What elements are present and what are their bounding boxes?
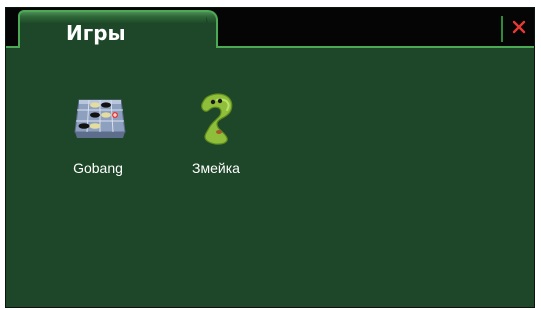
- tab-edge: [206, 16, 216, 46]
- title-tab: Игры: [18, 10, 218, 48]
- title-bar: Игры: [6, 8, 534, 48]
- close-icon: [512, 20, 526, 34]
- games-window: Игры Gobang Змейка: [5, 7, 535, 308]
- app-gobang[interactable]: Gobang: [43, 88, 153, 176]
- gobang-board-icon: [74, 99, 126, 138]
- window-title: Игры: [66, 21, 126, 45]
- app-snake[interactable]: Змейка: [161, 88, 271, 176]
- close-button[interactable]: [504, 8, 534, 46]
- app-label: Змейка: [192, 160, 240, 176]
- snake-icon: [201, 93, 233, 145]
- close-separator: [501, 16, 503, 42]
- apps-area: Gobang Змейка: [6, 48, 534, 307]
- app-label: Gobang: [73, 160, 123, 176]
